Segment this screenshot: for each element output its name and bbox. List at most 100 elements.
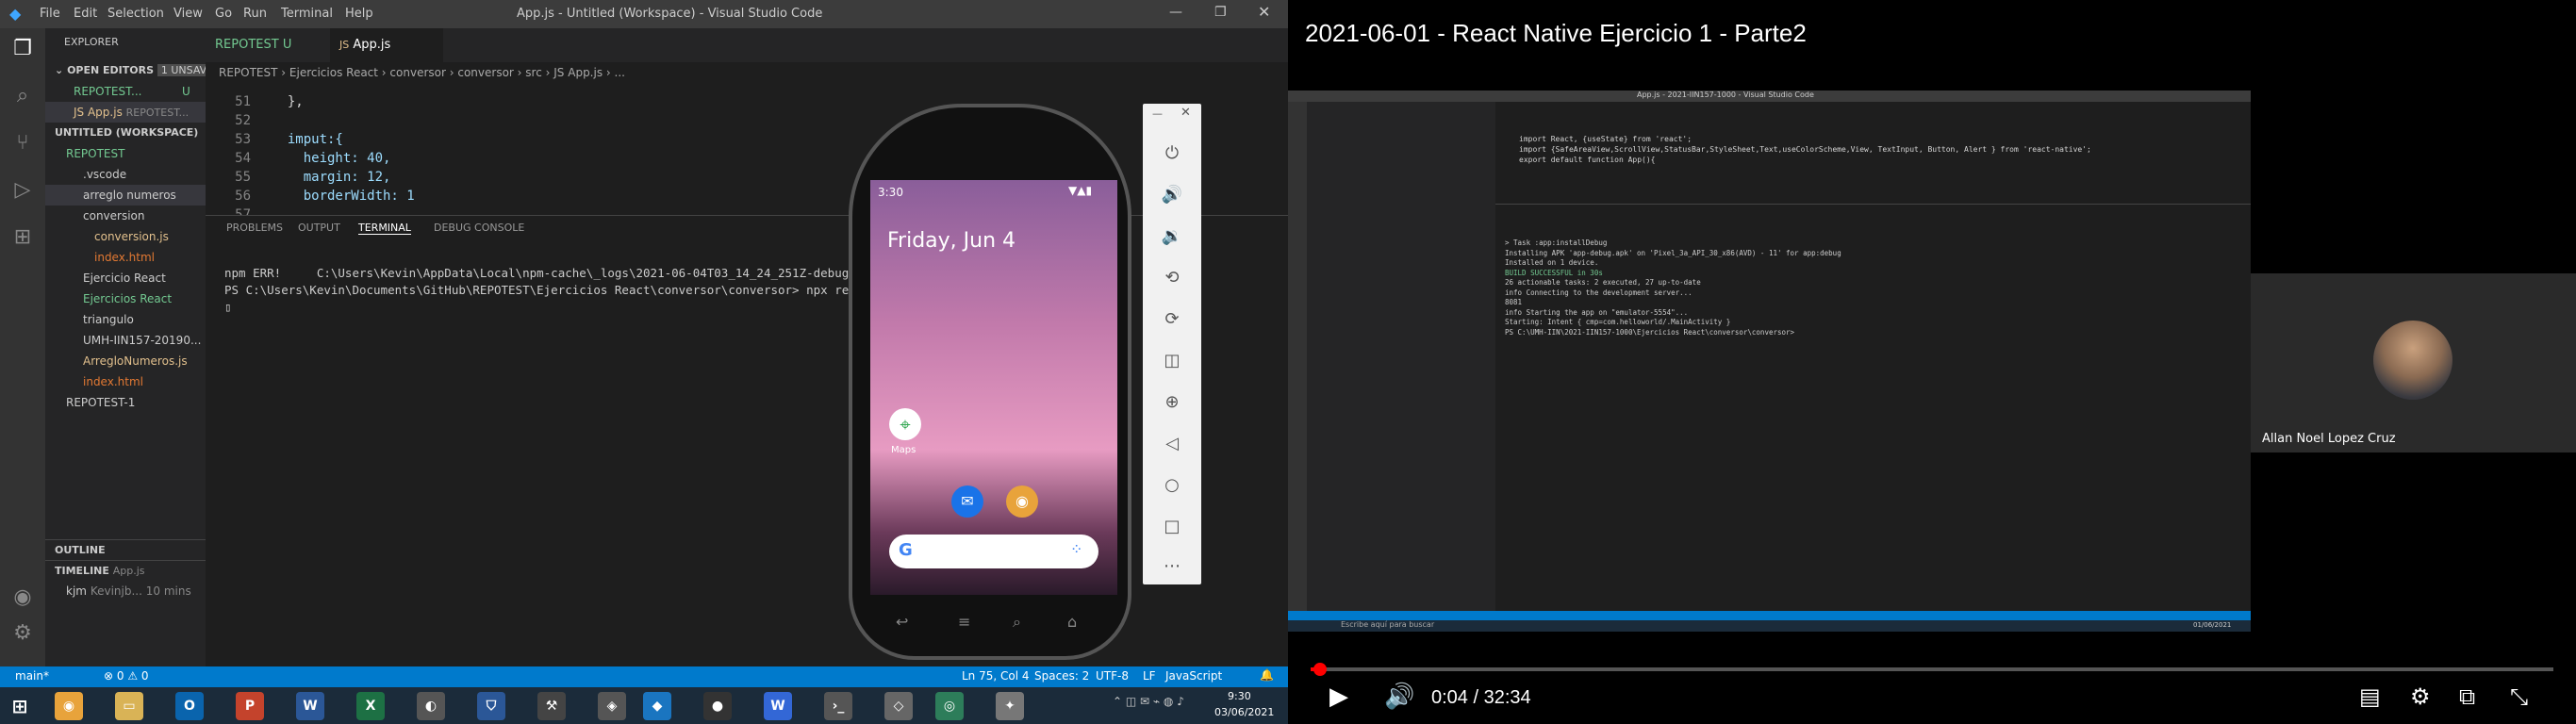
- tab-debug-console[interactable]: DEBUG CONSOLE: [434, 222, 524, 234]
- search-icon[interactable]: ⌕: [8, 81, 38, 111]
- search-nav-icon[interactable]: ⌕: [1013, 613, 1021, 632]
- minimize-icon[interactable]: —: [1169, 5, 1182, 20]
- clock-time[interactable]: 9:30: [1228, 690, 1251, 702]
- app-icon[interactable]: ✦: [996, 692, 1024, 720]
- extensions-icon[interactable]: ⊞: [8, 222, 38, 253]
- app-icon[interactable]: ◇: [884, 692, 913, 720]
- close-icon[interactable]: ✕: [1258, 3, 1270, 21]
- progress-bar[interactable]: [1311, 663, 2553, 676]
- assistant-icon[interactable]: ⁘: [1070, 540, 1082, 558]
- line-ending[interactable]: LF: [1143, 669, 1156, 683]
- file-index-html[interactable]: index.html: [45, 247, 206, 268]
- emulator-close-icon[interactable]: ✕: [1181, 106, 1191, 120]
- cursor-position[interactable]: Ln 75, Col 4: [962, 669, 1030, 683]
- github-icon[interactable]: ●: [703, 692, 732, 720]
- restore-icon[interactable]: ❐: [1214, 5, 1227, 20]
- workspace-header[interactable]: UNTITLED (WORKSPACE): [45, 123, 206, 143]
- zoom-icon[interactable]: ⊕: [1160, 390, 1184, 415]
- google-search-bar[interactable]: G ⁘: [889, 535, 1098, 568]
- power-icon[interactable]: ⏻: [1160, 141, 1184, 166]
- folder-umh[interactable]: UMH-IIN157-20190...: [45, 330, 206, 351]
- vscode-taskbar-icon[interactable]: ◆: [643, 692, 671, 720]
- encoding[interactable]: UTF-8: [1096, 669, 1129, 683]
- menu-file[interactable]: File: [40, 7, 60, 21]
- clock-date[interactable]: 03/06/2021: [1214, 706, 1274, 718]
- system-tray-icon[interactable]: ⌃ ◫ ✉ ⌁ ◍ ♪: [1113, 695, 1184, 708]
- menu-edit[interactable]: Edit: [74, 7, 97, 21]
- outline-header[interactable]: OUTLINE: [45, 539, 206, 560]
- menu-nav-icon[interactable]: ≡: [958, 613, 970, 631]
- menu-selection[interactable]: Selection: [107, 7, 164, 21]
- play-icon[interactable]: ▶: [1329, 683, 1348, 711]
- overview-icon[interactable]: □: [1160, 515, 1184, 539]
- app-icon[interactable]: ◐: [417, 692, 445, 720]
- folder-conversion[interactable]: conversion: [45, 206, 206, 226]
- video-title[interactable]: 2021-06-01 - React Native Ejercicio 1 - …: [1305, 19, 1807, 48]
- powerpoint-icon[interactable]: P: [236, 692, 264, 720]
- source-control-icon[interactable]: ⑂: [8, 128, 38, 158]
- camera-icon[interactable]: ◫: [1160, 349, 1184, 373]
- folder-repotest-1[interactable]: REPOTEST-1: [45, 392, 206, 413]
- chrome-app-icon[interactable]: ◉: [1006, 485, 1038, 518]
- menu-run[interactable]: Run: [243, 7, 267, 21]
- app-icon[interactable]: W: [764, 692, 792, 720]
- messages-icon[interactable]: ✉: [951, 485, 983, 518]
- terminal-output[interactable]: npm ERR! C:\Users\Kevin\AppData\Local\np…: [224, 265, 891, 316]
- branch-indicator[interactable]: main*: [15, 669, 49, 683]
- open-editor-item[interactable]: JS App.js REPOTEST...: [45, 102, 206, 123]
- tab-terminal[interactable]: TERMINAL: [358, 222, 411, 235]
- excel-icon[interactable]: X: [356, 692, 385, 720]
- back-icon[interactable]: ◁: [1160, 432, 1184, 456]
- folder-ejercicios-react[interactable]: Ejercicios React: [45, 288, 206, 309]
- home-nav-icon[interactable]: ⌂: [1067, 613, 1077, 631]
- emulator-minimize-icon[interactable]: —: [1152, 107, 1163, 120]
- chrome-icon[interactable]: ◉: [55, 692, 83, 720]
- app-icon[interactable]: ⚒: [537, 692, 566, 720]
- settings-icon[interactable]: ⚙: [2410, 683, 2431, 710]
- menu-go[interactable]: Go: [215, 7, 232, 21]
- emulator-screen[interactable]: 3:30 ▼▲▮ Friday, Jun 4 ⌖ Maps ✉ ◉ G ⁘: [870, 180, 1117, 595]
- account-icon[interactable]: ◉: [8, 583, 38, 613]
- outlook-icon[interactable]: O: [175, 692, 204, 720]
- volume-down-icon[interactable]: 🔉: [1160, 224, 1184, 249]
- subtitles-icon[interactable]: ▤: [2359, 683, 2381, 710]
- date-widget[interactable]: Friday, Jun 4: [887, 229, 1016, 253]
- timeline-entry[interactable]: kjm Kevinjb... 10 mins: [45, 581, 206, 601]
- explorer-icon[interactable]: ❐: [8, 34, 38, 64]
- bell-icon[interactable]: 🔔: [1260, 668, 1274, 682]
- tab-problems[interactable]: PROBLEMS: [226, 222, 283, 234]
- terminal-icon[interactable]: ›_: [824, 692, 852, 720]
- tab-repotest[interactable]: REPOTEST U: [206, 28, 330, 62]
- open-editors-header[interactable]: ⌄ OPEN EDITORS 1 UNSAVED: [45, 60, 206, 81]
- folder-repotest[interactable]: REPOTEST: [45, 143, 206, 164]
- maps-icon[interactable]: ⌖: [889, 408, 921, 440]
- file-conversion-js[interactable]: conversion.js: [45, 226, 206, 247]
- open-editor-item[interactable]: REPOTEST... U: [45, 81, 206, 102]
- tab-app-js[interactable]: JS App.js: [330, 28, 443, 62]
- word-icon[interactable]: W: [296, 692, 324, 720]
- emulator-icon[interactable]: ◎: [935, 692, 964, 720]
- menu-view[interactable]: View: [173, 7, 203, 21]
- exit-fullscreen-icon[interactable]: ⤡: [2510, 683, 2528, 710]
- volume-icon[interactable]: 🔊: [1384, 683, 1414, 711]
- security-shield-icon[interactable]: ⛉: [477, 692, 505, 720]
- indentation[interactable]: Spaces: 2: [1034, 669, 1089, 683]
- volume-up-icon[interactable]: 🔊: [1160, 183, 1184, 207]
- timeline-header[interactable]: TIMELINE App.js: [45, 560, 206, 581]
- rotate-right-icon[interactable]: ⟳: [1160, 307, 1184, 332]
- tab-output[interactable]: OUTPUT: [298, 222, 340, 234]
- folder-vscode[interactable]: .vscode: [45, 164, 206, 185]
- back-nav-icon[interactable]: ↩: [896, 613, 908, 631]
- folder-triangulo[interactable]: triangulo: [45, 309, 206, 330]
- language-mode[interactable]: JavaScript: [1165, 669, 1222, 683]
- home-icon[interactable]: ○: [1160, 473, 1184, 498]
- file-arreglonumeros-js[interactable]: ArregloNumeros.js: [45, 351, 206, 371]
- menu-help[interactable]: Help: [345, 7, 373, 21]
- rotate-left-icon[interactable]: ⟲: [1160, 266, 1184, 290]
- problems-indicator[interactable]: ⊗ 0 ⚠ 0: [104, 669, 149, 683]
- folder-arreglo-numeros[interactable]: arreglo numeros: [45, 185, 206, 206]
- more-icon[interactable]: ⋯: [1160, 554, 1184, 579]
- menu-terminal[interactable]: Terminal: [281, 7, 333, 21]
- run-debug-icon[interactable]: ▷: [8, 175, 38, 206]
- windows-start-icon[interactable]: ⊞: [6, 692, 34, 720]
